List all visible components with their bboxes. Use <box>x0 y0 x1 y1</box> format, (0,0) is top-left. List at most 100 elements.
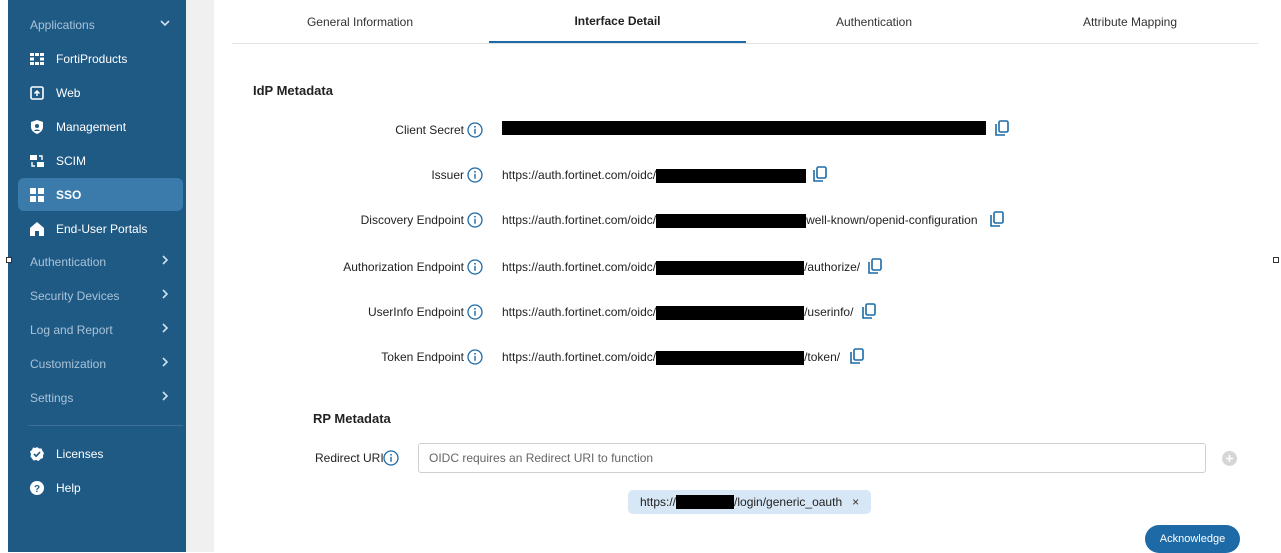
copy-icon[interactable] <box>862 303 876 319</box>
sync-icon <box>30 154 44 168</box>
sidebar-item-licenses[interactable]: Licenses <box>18 437 183 470</box>
url-suffix: /userinfo/ <box>804 305 854 319</box>
add-redirect-uri-button[interactable] <box>1222 451 1237 466</box>
url-prefix: https://auth.fortinet.com/oidc/ <box>502 350 657 364</box>
chevron-right-icon <box>162 289 169 299</box>
info-icon[interactable] <box>467 122 483 138</box>
redacted-block <box>656 260 805 275</box>
info-icon[interactable] <box>467 167 483 183</box>
issuer-label-cell: Issuer <box>232 165 464 185</box>
url-prefix: https://auth.fortinet.com/oidc/ <box>502 260 657 274</box>
authorization-endpoint-label-cell: Authorization Endpoint <box>232 257 464 277</box>
sidebar-section-label: Settings <box>30 390 74 405</box>
sidebar-section-settings[interactable]: Settings <box>18 381 183 414</box>
chip-suffix: /login/generic_oauth <box>734 495 843 509</box>
chevron-right-icon <box>162 391 169 401</box>
token-endpoint-label-cell: Token Endpoint <box>232 347 464 367</box>
home-icon <box>30 221 44 236</box>
redacted-block <box>656 213 807 228</box>
authorization-endpoint-value: https://auth.fortinet.com/oidc/ /authoriz… <box>502 260 860 275</box>
client-secret-value <box>502 120 986 135</box>
discovery-endpoint-label: Discovery Endpoint <box>360 213 464 227</box>
sidebar-section-label: Security Devices <box>30 288 120 303</box>
sidebar-section-authentication[interactable]: Authentication <box>18 245 183 278</box>
sidebar-item-help[interactable]: ? Help <box>18 471 183 504</box>
sidebar-section-label: Authentication <box>30 254 107 269</box>
resize-handle-left[interactable] <box>6 257 12 263</box>
discovery-endpoint-value: https://auth.fortinet.com/oidc/well-know… <box>502 213 978 228</box>
info-icon[interactable] <box>383 450 399 466</box>
chip-prefix: https:// <box>640 495 677 509</box>
sidebar-item-management[interactable]: Management <box>18 110 183 143</box>
copy-icon[interactable] <box>995 120 1009 136</box>
redirect-uri-label: Redirect URI <box>315 451 384 465</box>
tab-authentication[interactable]: Authentication <box>746 0 1002 43</box>
sidebar-item-label: SCIM <box>56 153 86 168</box>
copy-icon[interactable] <box>850 348 864 364</box>
sidebar-section-label: Applications <box>30 17 95 32</box>
info-icon[interactable] <box>467 212 483 228</box>
redacted-block <box>656 168 807 183</box>
token-endpoint-label: Token Endpoint <box>381 350 464 364</box>
resize-handle-right[interactable] <box>1273 257 1279 263</box>
tab-label: Attribute Mapping <box>1082 14 1178 29</box>
client-secret-label: Client Secret <box>395 123 464 137</box>
sidebar-item-fortiproducts[interactable]: FortiProducts <box>18 42 183 75</box>
sidebar-item-label: FortiProducts <box>56 51 128 66</box>
info-icon[interactable] <box>467 304 483 320</box>
url-suffix: /token/ <box>804 350 841 364</box>
sidebar-section-applications[interactable]: Applications <box>18 8 183 41</box>
sidebar-gutter <box>186 0 214 552</box>
authorization-endpoint-label: Authorization Endpoint <box>343 260 464 274</box>
sso-icon <box>30 187 44 202</box>
issuer-label: Issuer <box>431 168 464 182</box>
copy-icon[interactable] <box>813 166 827 182</box>
discovery-endpoint-label-cell: Discovery Endpoint <box>232 210 464 230</box>
url-prefix: https://auth.fortinet.com/oidc/ <box>502 213 657 227</box>
tab-bar: General Information Interface Detail Aut… <box>232 0 1258 44</box>
sidebar-item-label: End-User Portals <box>56 221 148 236</box>
sidebar-section-security-devices[interactable]: Security Devices <box>18 279 183 312</box>
info-icon[interactable] <box>467 259 483 275</box>
idp-metadata-title: IdP Metadata <box>253 83 333 98</box>
tab-general-information[interactable]: General Information <box>232 0 488 43</box>
userinfo-endpoint-label: UserInfo Endpoint <box>367 305 464 319</box>
tab-attribute-mapping[interactable]: Attribute Mapping <box>1002 0 1258 43</box>
help-icon: ? <box>30 480 44 495</box>
userinfo-endpoint-label-cell: UserInfo Endpoint <box>232 302 464 322</box>
copy-icon[interactable] <box>868 258 882 274</box>
redirect-uri-chip: https:// /login/generic_oauth × <box>628 490 872 514</box>
chevron-right-icon <box>162 255 169 265</box>
copy-icon[interactable] <box>990 211 1004 227</box>
check-badge-icon <box>30 446 44 461</box>
web-icon <box>30 85 44 100</box>
plus-icon <box>1226 455 1233 462</box>
tab-label: General Information <box>306 14 414 29</box>
chevron-right-icon <box>162 323 169 333</box>
svg-text:?: ? <box>34 484 40 495</box>
url-prefix: https://auth.fortinet.com/oidc/ <box>502 168 657 182</box>
sidebar-item-label: Management <box>56 119 127 134</box>
sidebar-section-log-and-report[interactable]: Log and Report <box>18 313 183 346</box>
redacted-block <box>502 120 986 135</box>
tab-label: Interface Detail <box>574 13 661 28</box>
tab-label: Authentication <box>835 14 913 29</box>
tab-interface-detail[interactable]: Interface Detail <box>489 0 746 43</box>
redirect-uri-input[interactable]: OIDC requires an Redirect URI to functio… <box>418 443 1206 473</box>
info-icon[interactable] <box>467 349 483 365</box>
sidebar-section-customization[interactable]: Customization <box>18 347 183 380</box>
redacted-block <box>656 305 805 320</box>
acknowledge-button[interactable]: Acknowledge <box>1145 525 1240 553</box>
chevron-down-icon <box>160 20 170 27</box>
url-suffix: well-known/openid-configuration <box>806 213 978 227</box>
sidebar-item-label: Licenses <box>56 446 104 461</box>
remove-chip-icon[interactable]: × <box>852 495 859 509</box>
sidebar-item-sso[interactable]: SSO <box>18 178 183 211</box>
sidebar-item-label: Web <box>56 85 81 100</box>
sidebar-item-web[interactable]: Web <box>18 76 183 109</box>
sidebar-section-label: Log and Report <box>30 322 113 337</box>
chevron-right-icon <box>162 357 169 367</box>
rp-metadata-title: RP Metadata <box>313 411 391 426</box>
sidebar-item-end-user-portals[interactable]: End-User Portals <box>18 212 183 245</box>
sidebar-item-scim[interactable]: SCIM <box>18 144 183 177</box>
